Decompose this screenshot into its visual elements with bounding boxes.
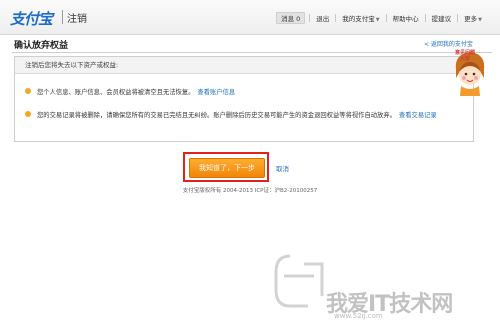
confirm-next-button[interactable]: 我知道了，下一步: [189, 158, 265, 178]
feedback-link[interactable]: 提建议: [426, 13, 458, 23]
logout-link[interactable]: 退出: [310, 13, 335, 23]
notice-text: 您个人信息、账户信息、会员权益将被清空且无法恢复。: [37, 89, 195, 96]
top-nav: 消息 0 退出 我的支付宝▼ 帮助中心 提建议 更多▼: [276, 12, 488, 24]
chevron-down-icon: ▼: [478, 17, 482, 23]
messages-link[interactable]: 消息 0: [276, 12, 306, 24]
my-alipay-label: 我的支付宝: [342, 15, 375, 23]
messages-label: 消息: [281, 15, 295, 23]
alipay-logo[interactable]: 支付宝: [10, 8, 53, 29]
more-menu[interactable]: 更多▼: [458, 13, 488, 23]
my-alipay-menu[interactable]: 我的支付宝▼: [336, 13, 385, 23]
mascot-badge: 意见问题大客: [455, 50, 476, 62]
highlight-frame: 我知道了，下一步: [183, 152, 269, 182]
page-name: 注销: [67, 14, 87, 25]
rights-panel: 注销后您将失去以下资产或权益: 您个人信息、账户信息、会员权益将被清空且无法恢复…: [14, 56, 474, 142]
page-title: 确认放弃权益: [14, 41, 69, 51]
notice-item: 您的交易记录将被删除，请确保您所有的交易已完结且无纠纷。账户删除后历史交易可能产…: [25, 110, 437, 119]
panel-heading: 注销后您将失去以下资产或权益:: [15, 57, 473, 74]
logo-divider: [62, 10, 63, 24]
cancel-link[interactable]: 取消: [276, 163, 289, 173]
back-to-my-alipay-link[interactable]: < 返回我的支付宝: [424, 39, 473, 48]
chevron-down-icon: ▼: [375, 17, 380, 23]
help-center-link[interactable]: 帮助中心: [387, 13, 425, 23]
title-divider: [12, 52, 492, 53]
notice-text: 您的交易记录将被删除，请确保您所有的交易已完结且无纠纷。账户删除后历史交易可能产…: [37, 112, 396, 119]
view-transaction-records-link[interactable]: 查看交易记录: [399, 112, 437, 119]
top-bar: 支付宝 注销 消息 0 退出 我的支付宝▼ 帮助中心 提建议 更多▼: [0, 0, 500, 35]
notice-item: 您个人信息、账户信息、会员权益将被清空且无法恢复。 查看账户信息: [25, 87, 235, 96]
more-label: 更多: [464, 15, 478, 23]
warning-dot-icon: [25, 88, 31, 94]
copyright-footer: 支付宝版权所有 2004-2013 ICP证：沪B2-20100257: [182, 188, 318, 194]
watermark-url: www.52ij.com: [334, 312, 383, 320]
warning-dot-icon: [25, 111, 31, 117]
view-account-info-link[interactable]: 查看账户信息: [197, 89, 235, 96]
messages-count: 0: [296, 15, 301, 23]
